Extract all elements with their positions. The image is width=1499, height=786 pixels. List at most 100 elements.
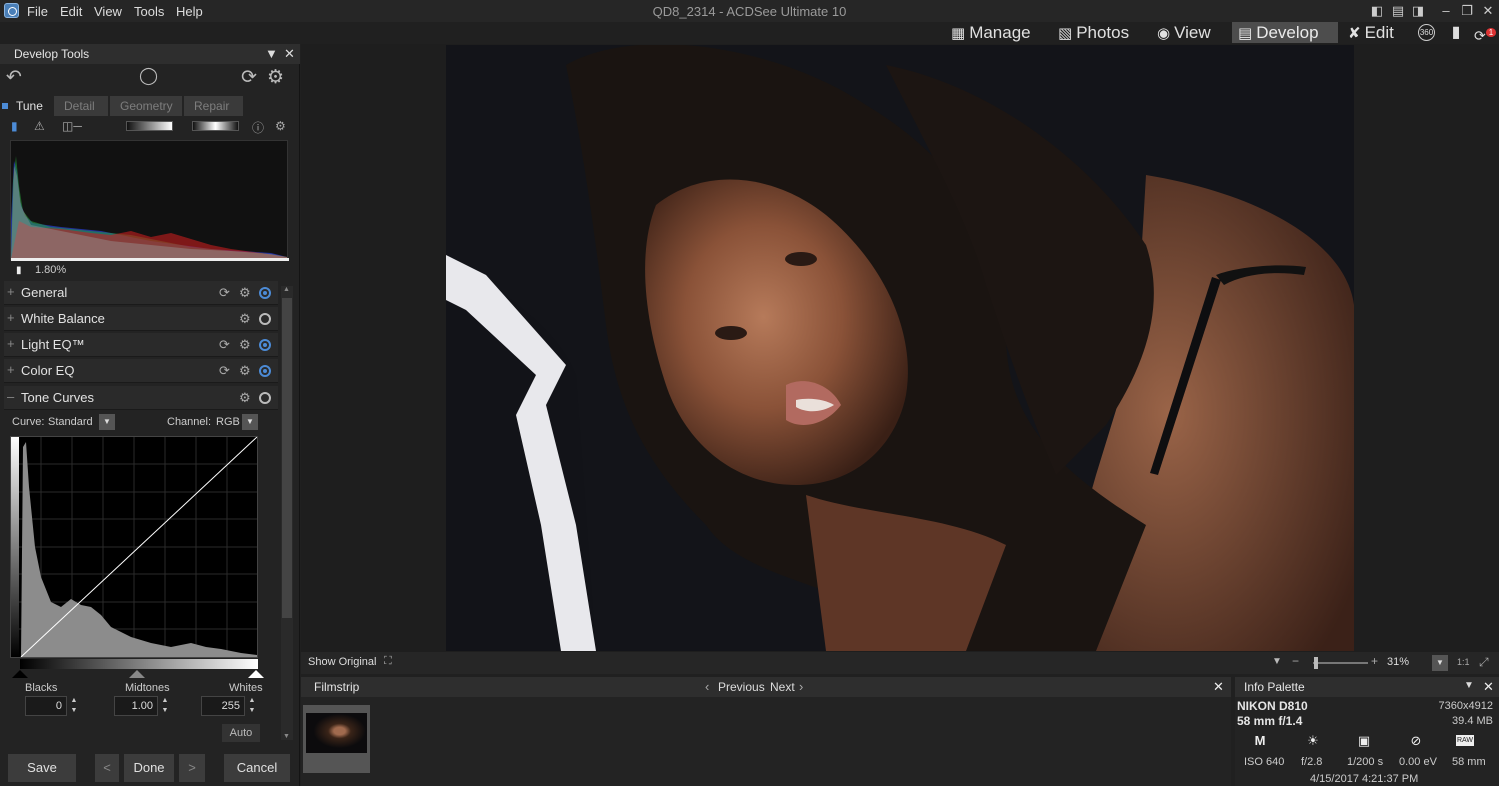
curve-dropdown-icon[interactable]: ▼ xyxy=(99,414,115,430)
reset-all-icon[interactable]: ⟳ xyxy=(241,66,257,89)
pin-icon[interactable]: ▼ xyxy=(265,46,278,61)
histogram-icon[interactable]: ▮ xyxy=(11,119,18,133)
enable-toggle[interactable] xyxy=(259,287,271,299)
minimize-button[interactable]: – xyxy=(1437,2,1455,20)
section-white-balance[interactable]: + White Balance ⚙ xyxy=(4,307,278,331)
mode-edit-button[interactable]: ✘ Edit xyxy=(1342,22,1400,43)
whites-stepper[interactable]: ▲ ▼ xyxy=(246,696,258,716)
info-close-icon[interactable]: ✕ xyxy=(1483,679,1494,695)
info-pin-icon[interactable]: ▼ xyxy=(1464,680,1474,691)
expand-icon[interactable]: + xyxy=(7,336,15,351)
compare-icon[interactable]: ◫─ xyxy=(62,119,82,133)
zoom-slider[interactable] xyxy=(1313,662,1368,664)
menu-help[interactable]: Help xyxy=(176,4,203,19)
gear-icon[interactable]: ⚙ xyxy=(239,363,251,379)
scroll-down-icon[interactable]: ▼ xyxy=(283,733,290,740)
reset-icon[interactable]: ⟳ xyxy=(219,363,230,379)
previous-arrow-icon[interactable]: ‹ xyxy=(705,679,709,694)
done-button[interactable]: Done xyxy=(124,754,174,782)
fit-to-window-icon[interactable]: ⤢ xyxy=(1479,655,1489,670)
dropdown-arrow-icon[interactable]: ▼ xyxy=(1272,656,1282,667)
zoom-in-icon[interactable]: + xyxy=(1371,654,1378,668)
histogram-settings-icon[interactable]: ⚙ xyxy=(275,119,286,133)
mode-manage-button[interactable]: ▦ Manage xyxy=(945,22,1037,43)
next-button[interactable]: Next xyxy=(770,680,795,694)
cancel-button[interactable]: Cancel xyxy=(224,754,290,782)
enable-toggle[interactable] xyxy=(259,339,271,351)
midtones-input[interactable]: 1.00 xyxy=(114,696,158,716)
mode-view-button[interactable]: ◉ View xyxy=(1151,22,1217,43)
gear-icon[interactable]: ⚙ xyxy=(239,285,251,301)
curve-select-value[interactable]: Standard xyxy=(48,416,93,428)
view-360-icon[interactable]: 360 xyxy=(1418,24,1435,41)
dashboard-chart-icon[interactable]: ▮ xyxy=(1446,24,1466,42)
image-viewer[interactable] xyxy=(301,44,1499,652)
expand-icon[interactable]: + xyxy=(7,310,15,325)
midtones-stepper[interactable]: ▲ ▼ xyxy=(159,696,171,716)
show-original-button[interactable]: Show Original xyxy=(308,656,376,668)
mode-develop-button[interactable]: ▤ Develop xyxy=(1232,22,1338,43)
close-button[interactable]: ✕ xyxy=(1479,2,1497,20)
filmstrip-close-icon[interactable]: ✕ xyxy=(1213,679,1224,695)
tone-curve-graph[interactable] xyxy=(10,436,258,658)
menu-edit[interactable]: Edit xyxy=(60,4,82,19)
channel-dropdown-icon[interactable]: ▼ xyxy=(242,414,258,430)
menu-tools[interactable]: Tools xyxy=(134,4,164,19)
panel-scrollbar[interactable]: ▲ ▼ xyxy=(281,286,293,740)
menu-file[interactable]: File xyxy=(27,4,48,19)
gear-icon[interactable]: ⚙ xyxy=(239,311,251,327)
tab-geometry[interactable]: Geometry xyxy=(110,96,182,116)
next-arrow-icon[interactable]: › xyxy=(799,679,803,694)
fullscreen-icon[interactable]: ⛶ xyxy=(384,655,392,668)
section-general[interactable]: + General ⟳ ⚙ xyxy=(4,281,278,305)
section-light-eq[interactable]: + Light EQ™ ⟳ ⚙ xyxy=(4,333,278,357)
blacks-stepper[interactable]: ▲ ▼ xyxy=(68,696,80,716)
gear-icon[interactable]: ⚙ xyxy=(239,390,251,406)
reset-icon[interactable]: ⟳ xyxy=(219,285,230,301)
filmstrip-thumbnail[interactable] xyxy=(303,705,370,773)
settings-gear-icon[interactable]: ⚙ xyxy=(267,66,284,89)
layout-left-icon[interactable]: ◧ xyxy=(1368,2,1386,20)
help-icon[interactable]: ⓘ xyxy=(252,119,264,136)
scroll-thumb[interactable] xyxy=(282,298,292,618)
reset-icon[interactable]: ⟳ xyxy=(219,337,230,353)
zoom-slider-thumb[interactable] xyxy=(1314,657,1318,669)
focus-icon[interactable]: ◯ xyxy=(139,66,158,86)
enable-toggle[interactable] xyxy=(259,392,271,404)
restore-button[interactable]: ❐ xyxy=(1458,2,1476,20)
whites-slider-handle[interactable] xyxy=(248,670,264,678)
previous-button[interactable]: Previous xyxy=(718,680,765,694)
highlight-clip-bar[interactable] xyxy=(192,121,239,131)
channel-select-value[interactable]: RGB xyxy=(216,416,240,428)
enable-toggle[interactable] xyxy=(259,365,271,377)
shadow-clip-bar[interactable] xyxy=(126,121,173,131)
tab-detail[interactable]: Detail xyxy=(54,96,108,116)
collapse-icon[interactable]: – xyxy=(7,389,14,404)
enable-toggle[interactable] xyxy=(259,313,271,325)
layout-bottom-icon[interactable]: ▤ xyxy=(1389,2,1407,20)
undo-icon[interactable]: ↶ xyxy=(6,66,22,89)
layout-right-icon[interactable]: ◨ xyxy=(1409,2,1427,20)
notifications-icon[interactable]: ⟳ 1 xyxy=(1474,24,1497,44)
previous-image-button[interactable]: < xyxy=(95,754,119,782)
mode-photos-button[interactable]: ▧ Photos xyxy=(1052,22,1135,43)
blacks-input[interactable]: 0 xyxy=(25,696,67,716)
tab-repair[interactable]: Repair xyxy=(184,96,243,116)
gear-icon[interactable]: ⚙ xyxy=(239,337,251,353)
expand-icon[interactable]: + xyxy=(7,284,15,299)
app-logo-icon[interactable] xyxy=(4,3,19,18)
panel-close-icon[interactable]: ✕ xyxy=(284,46,295,62)
save-button[interactable]: Save xyxy=(8,754,76,782)
expand-icon[interactable]: + xyxy=(7,362,15,377)
blacks-slider-handle[interactable] xyxy=(12,670,28,678)
zoom-dropdown-icon[interactable]: ▼ xyxy=(1432,655,1448,671)
scroll-up-icon[interactable]: ▲ xyxy=(283,286,290,293)
tab-tune[interactable]: Tune xyxy=(0,96,50,116)
midtones-slider-handle[interactable] xyxy=(129,670,145,678)
zoom-out-icon[interactable]: − xyxy=(1292,654,1299,668)
auto-button[interactable]: Auto xyxy=(222,724,260,742)
section-color-eq[interactable]: + Color EQ ⟳ ⚙ xyxy=(4,359,278,383)
menu-view[interactable]: View xyxy=(94,4,122,19)
next-image-button[interactable]: > xyxy=(179,754,205,782)
section-tone-curves[interactable]: – Tone Curves ⚙ xyxy=(4,386,278,410)
